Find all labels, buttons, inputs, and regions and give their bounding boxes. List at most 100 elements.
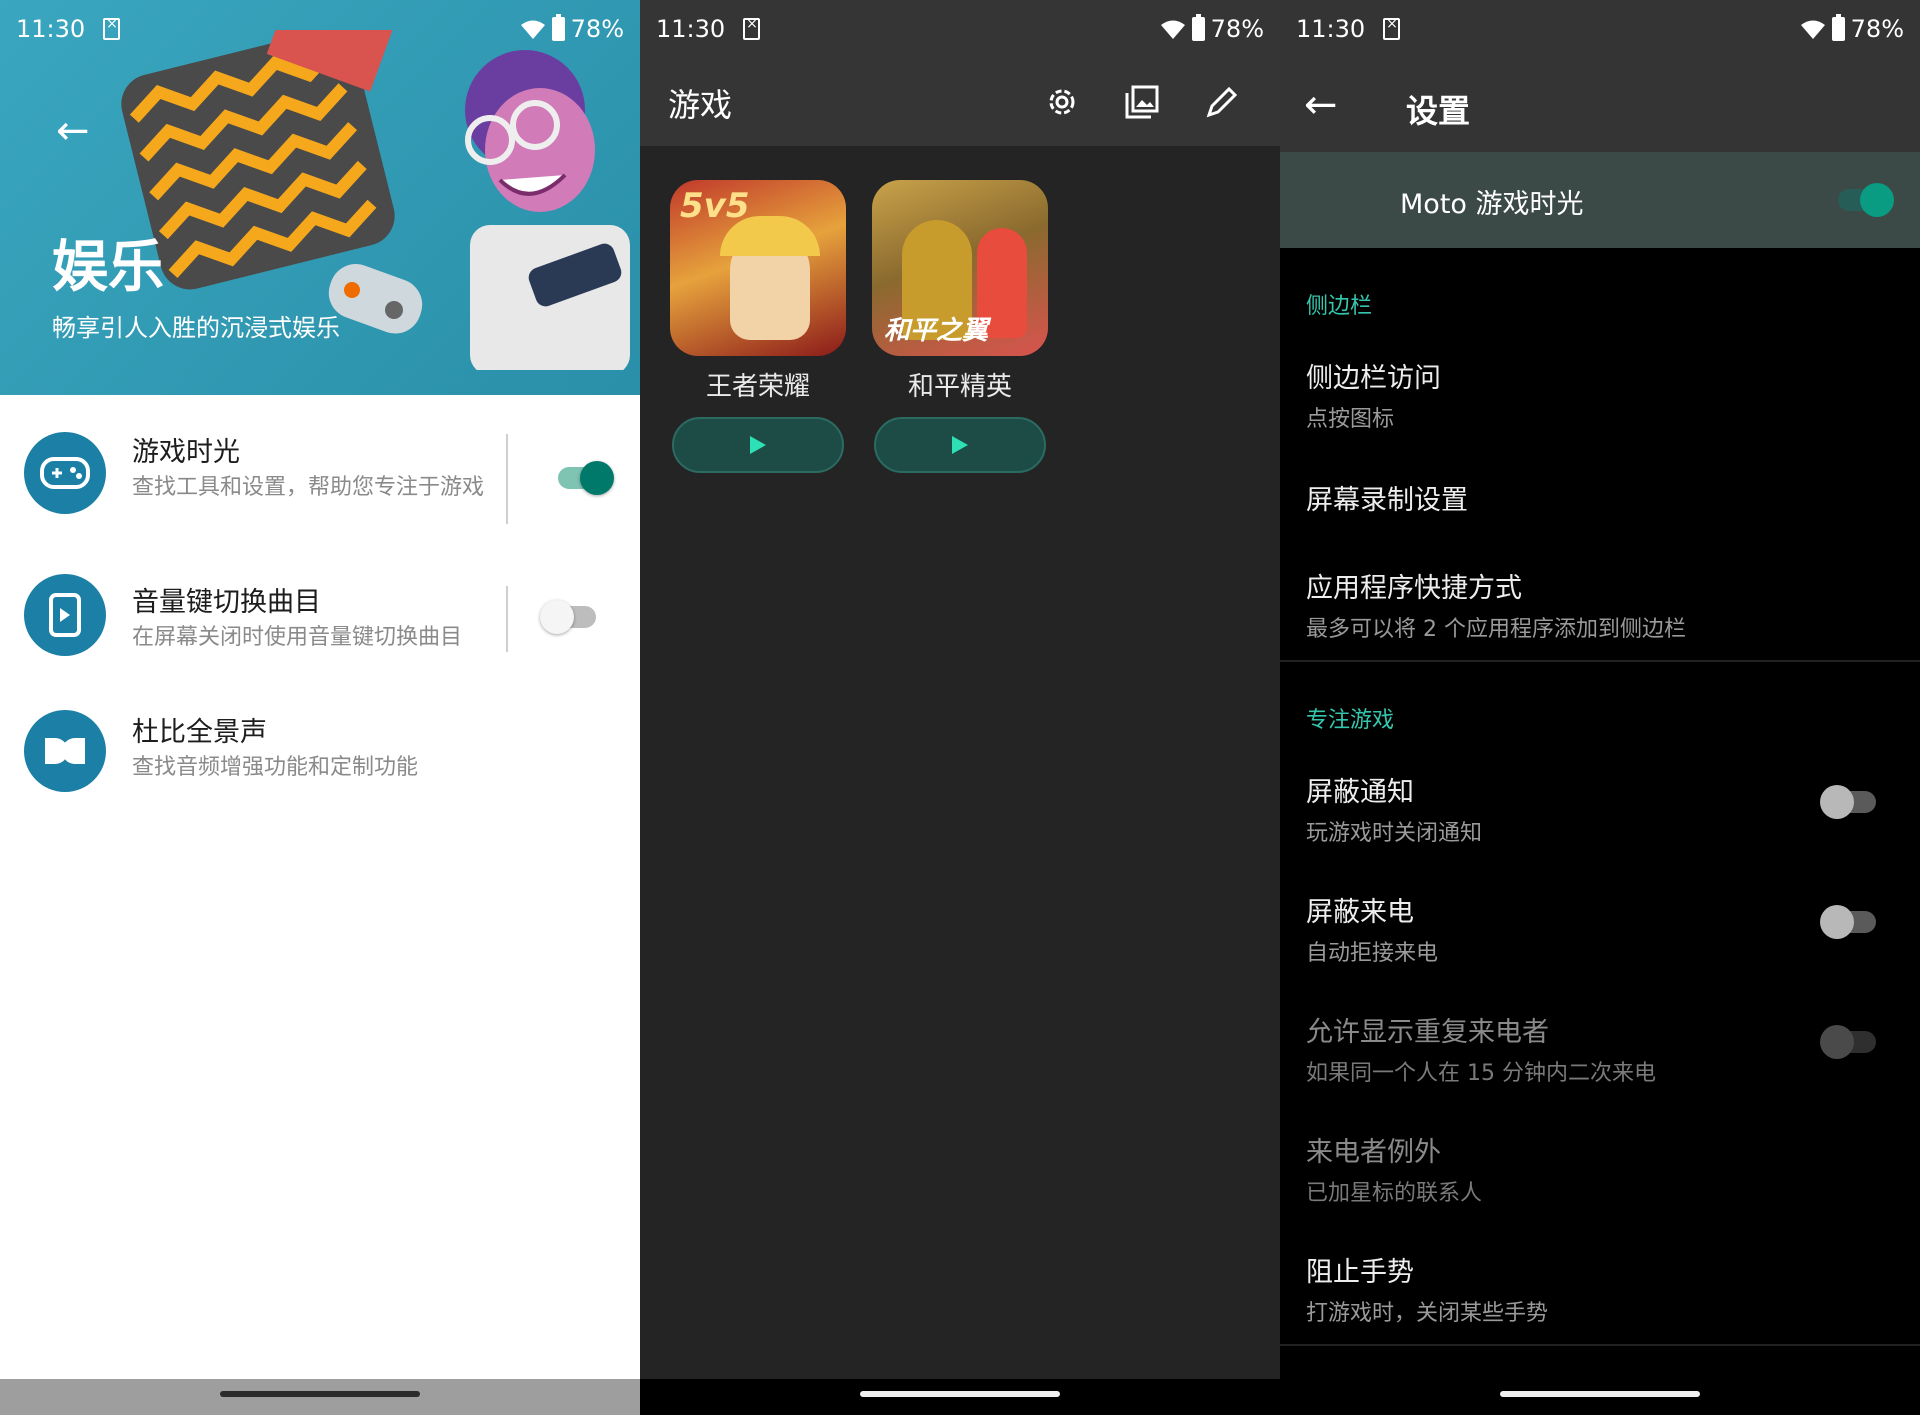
game-badge: 5v5 [680, 186, 750, 226]
item-desc: 在屏幕关闭时使用音量键切换曲目 [132, 625, 463, 650]
setting-desc: 玩游戏时关闭通知 [1306, 821, 1483, 846]
dolby-icon [24, 710, 106, 792]
setting-title: 来电者例外 [1306, 1137, 1441, 1168]
list-item-dolby[interactable]: 杜比全景声 查找音频增强功能和定制功能 [0, 710, 640, 792]
play-button[interactable] [874, 417, 1046, 473]
status-bar: 11:30 78% [1280, 0, 1920, 58]
status-time: 11:30 [656, 15, 726, 43]
entertainment-screen: ← 娱乐 畅享引人入胜的沉浸式娱乐 11:30 78% 游戏时光 查找工具和设置… [0, 0, 640, 1415]
game-name: 王者荣耀 [705, 372, 810, 402]
play-button[interactable] [672, 417, 844, 473]
status-time: 11:30 [16, 15, 86, 43]
setting-desc: 如果同一个人在 15 分钟内二次来电 [1306, 1061, 1656, 1086]
nav-bar [1280, 1379, 1920, 1415]
setting-title: 阻止手势 [1306, 1257, 1414, 1288]
list-item-volume-keys[interactable]: 音量键切换曲目 在屏幕关闭时使用音量键切换曲目 [0, 574, 640, 660]
back-arrow-icon[interactable]: ← [1304, 82, 1338, 128]
settings-screen: 11:30 78% ← 设置 Moto 游戏时光 侧边栏 侧边栏访问 点按图标 … [1280, 0, 1920, 1415]
home-handle[interactable] [220, 1391, 420, 1397]
hero-subtitle: 畅享引人入胜的沉浸式娱乐 [52, 314, 340, 342]
no-sim-icon [103, 16, 121, 40]
item-desc: 查找工具和设置，帮助您专注于游戏 [132, 475, 485, 500]
hero-title: 娱乐 [52, 235, 164, 300]
page-title: 游戏 [668, 86, 733, 124]
app-bar: ← 设置 [1280, 58, 1920, 152]
games-screen: 11:30 78% 游戏 5v5 王者荣耀 [640, 0, 1280, 1415]
setting-block-calls[interactable]: 屏蔽来电 自动拒接来电 [1306, 890, 1846, 967]
setting-desc: 最多可以将 2 个应用程序添加到侧边栏 [1306, 617, 1686, 642]
divider [506, 434, 508, 524]
setting-caller-exceptions[interactable]: 来电者例外 已加星标的联系人 [1306, 1130, 1846, 1207]
section-header-focus: 专注游戏 [1306, 708, 1395, 733]
game-name: 和平精英 [907, 372, 1012, 402]
page-title: 设置 [1406, 92, 1471, 130]
divider [1280, 660, 1920, 662]
battery-icon [551, 14, 565, 41]
status-bar: 11:30 78% [0, 0, 640, 58]
divider [1280, 1344, 1920, 1346]
setting-desc: 自动拒接来电 [1306, 941, 1439, 966]
master-switch-label: Moto 游戏时光 [1400, 189, 1584, 220]
volume-keys-icon [24, 574, 106, 656]
game-tile[interactable]: 和平之翼 和平精英 [872, 180, 1048, 473]
master-switch-row[interactable]: Moto 游戏时光 [1280, 152, 1920, 248]
gallery-icon[interactable] [1120, 80, 1164, 124]
no-sim-icon [1383, 16, 1401, 40]
setting-desc: 已加星标的联系人 [1306, 1181, 1483, 1206]
setting-title: 屏蔽通知 [1306, 777, 1414, 808]
setting-title: 允许显示重复来电者 [1306, 1017, 1549, 1048]
home-handle[interactable] [1500, 1391, 1700, 1397]
setting-title: 应用程序快捷方式 [1306, 573, 1522, 604]
setting-repeat-callers[interactable]: 允许显示重复来电者 如果同一个人在 15 分钟内二次来电 [1306, 1010, 1846, 1087]
setting-block-notifications[interactable]: 屏蔽通知 玩游戏时关闭通知 [1306, 770, 1846, 847]
status-bar: 11:30 78% [640, 0, 1280, 58]
no-sim-icon [743, 16, 761, 40]
game-art[interactable]: 5v5 [670, 180, 846, 356]
hero-banner: ← 娱乐 畅享引人入胜的沉浸式娱乐 [0, 0, 640, 395]
setting-block-gestures[interactable]: 阻止手势 打游戏时，关闭某些手势 [1306, 1250, 1846, 1327]
item-desc: 查找音频增强功能和定制功能 [132, 755, 419, 780]
list-item-game-time[interactable]: 游戏时光 查找工具和设置，帮助您专注于游戏 [0, 430, 640, 530]
block-calls-toggle[interactable] [1820, 905, 1876, 939]
gamepad-icon [24, 432, 106, 514]
battery-icon [1191, 14, 1205, 41]
setting-sidebar-access[interactable]: 侧边栏访问 点按图标 [1306, 356, 1846, 433]
game-art[interactable]: 和平之翼 [872, 180, 1048, 356]
item-title: 音量键切换曲目 [132, 587, 321, 618]
play-icon [952, 436, 968, 454]
settings-icon[interactable] [1040, 80, 1084, 124]
item-title: 游戏时光 [132, 437, 240, 468]
setting-desc: 打游戏时，关闭某些手势 [1306, 1301, 1549, 1326]
section-header-sidebar: 侧边栏 [1306, 294, 1373, 319]
app-bar: 游戏 [640, 58, 1280, 146]
volume-keys-toggle[interactable] [540, 600, 596, 634]
item-title: 杜比全景声 [132, 717, 267, 748]
setting-title: 屏幕录制设置 [1306, 485, 1468, 516]
game-time-toggle[interactable] [558, 461, 614, 495]
battery-percent: 78% [570, 15, 624, 43]
setting-desc: 点按图标 [1306, 407, 1395, 432]
game-badge: 和平之翼 [884, 316, 989, 346]
home-handle[interactable] [860, 1391, 1060, 1397]
wifi-icon [1160, 20, 1185, 39]
master-toggle[interactable] [1838, 183, 1894, 217]
setting-screen-recording[interactable]: 屏幕录制设置 [1306, 478, 1846, 517]
nav-bar [640, 1379, 1280, 1415]
game-tile[interactable]: 5v5 王者荣耀 [670, 180, 846, 473]
edit-icon[interactable] [1200, 80, 1244, 124]
repeat-callers-toggle[interactable] [1820, 1025, 1876, 1059]
wifi-icon [1800, 20, 1825, 39]
divider [506, 586, 508, 652]
status-time: 11:30 [1296, 15, 1366, 43]
wifi-icon [520, 20, 545, 39]
nav-bar [0, 1379, 640, 1415]
back-arrow-icon[interactable]: ← [56, 108, 90, 154]
battery-percent: 78% [1210, 15, 1264, 43]
battery-icon [1831, 14, 1845, 41]
setting-app-shortcuts[interactable]: 应用程序快捷方式 最多可以将 2 个应用程序添加到侧边栏 [1306, 566, 1846, 643]
block-notifications-toggle[interactable] [1820, 785, 1876, 819]
setting-title: 侧边栏访问 [1306, 363, 1441, 394]
setting-title: 屏蔽来电 [1306, 897, 1414, 928]
play-icon [750, 436, 766, 454]
battery-percent: 78% [1850, 15, 1904, 43]
